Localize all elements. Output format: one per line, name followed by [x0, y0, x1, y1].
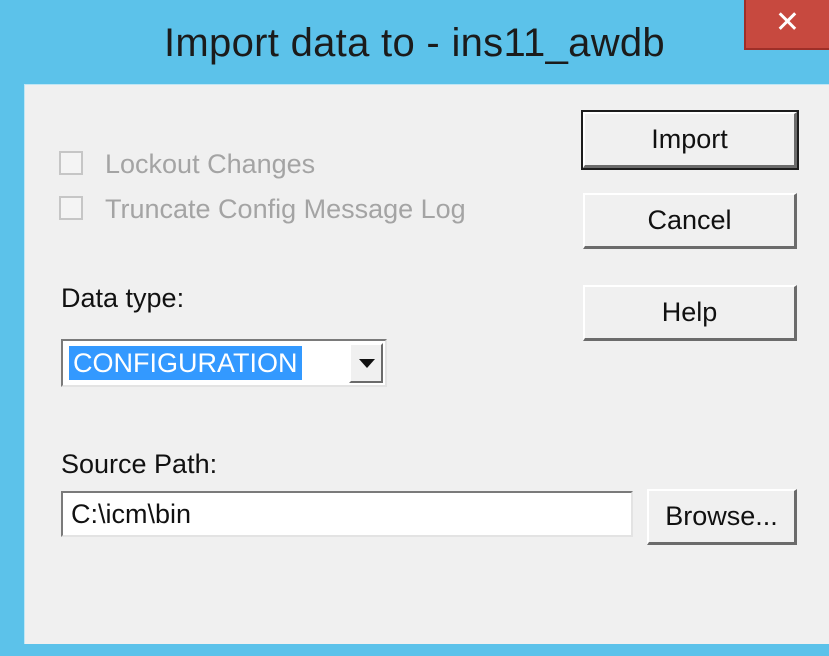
source-path-input[interactable]: [61, 491, 633, 537]
close-button[interactable]: ✕: [744, 0, 829, 50]
data-type-selected-value: CONFIGURATION: [69, 346, 302, 380]
source-path-label: Source Path:: [61, 449, 218, 479]
data-type-label: Data type:: [61, 283, 185, 313]
truncate-log-checkbox[interactable]: [59, 196, 83, 220]
close-icon: ✕: [774, 5, 801, 40]
chevron-down-icon: [359, 359, 375, 368]
data-type-dropdown-button[interactable]: [349, 343, 383, 383]
dialog-body: Lockout Changes Truncate Config Message …: [24, 84, 829, 644]
lockout-changes-label: Lockout Changes: [105, 149, 316, 179]
help-button[interactable]: Help: [583, 285, 797, 341]
lockout-changes-checkbox[interactable]: [59, 151, 83, 175]
title-bar[interactable]: Import data to - ins11_awdb ✕: [0, 0, 829, 84]
import-dialog: Import data to - ins11_awdb ✕ Lockout Ch…: [0, 0, 829, 656]
browse-button[interactable]: Browse...: [647, 489, 797, 545]
truncate-log-label: Truncate Config Message Log: [105, 194, 466, 224]
data-type-select[interactable]: CONFIGURATION: [61, 339, 387, 387]
import-button[interactable]: Import: [581, 110, 799, 170]
cancel-button[interactable]: Cancel: [583, 193, 797, 249]
window-bottom-border: [0, 644, 829, 656]
window-title: Import data to - ins11_awdb: [164, 21, 665, 65]
